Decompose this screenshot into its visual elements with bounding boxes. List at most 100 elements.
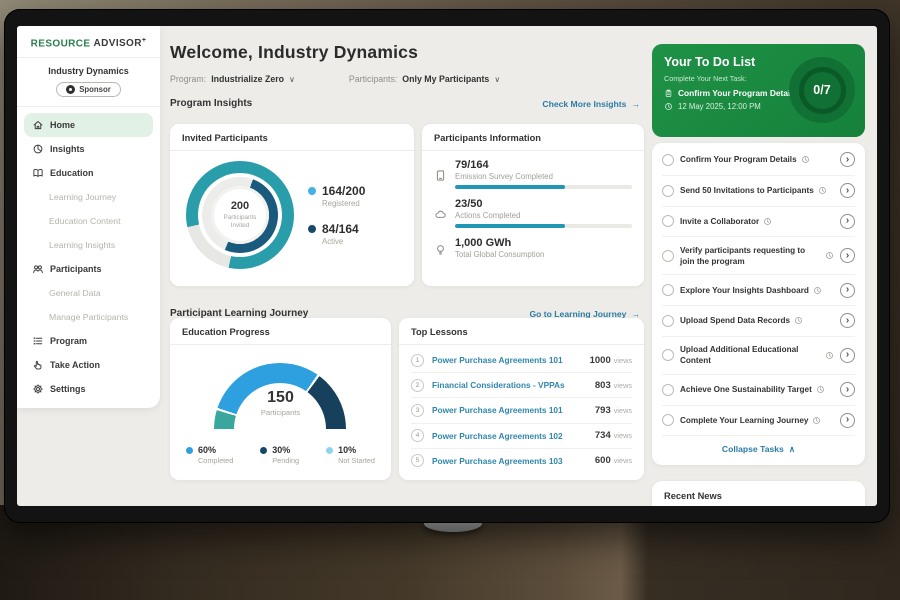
task-chevron-button[interactable]: › [840, 413, 855, 428]
program-filter-value: Industrialize Zero [211, 74, 284, 84]
todo-item[interactable]: Explore Your Insights Dashboard › [662, 274, 855, 305]
todo-item[interactable]: Send 50 Invitations to Participants › [662, 175, 855, 206]
arrow-right-icon: → [631, 99, 640, 109]
arrow-right-icon: → [631, 309, 640, 319]
task-checkbox[interactable] [662, 384, 674, 396]
sidebar-item[interactable]: Learning Insights [24, 233, 153, 257]
lesson-row: 2 Financial Considerations - VPPAs 803vi… [411, 372, 632, 397]
lesson-views-unit: views [614, 381, 632, 390]
clipboard-icon [664, 89, 673, 98]
clock-icon [825, 251, 834, 260]
lesson-views: 600 [595, 455, 611, 466]
monitor-bezel: RESOURCEADVISOR+ Industry Dynamics Spons… [4, 9, 890, 523]
legend-registered: 164/200 Registered [308, 184, 365, 208]
task-checkbox[interactable] [662, 284, 674, 296]
lesson-views: 793 [595, 405, 611, 416]
sidebar-item[interactable]: Insights [24, 137, 153, 161]
org-name: Industry Dynamics [17, 66, 160, 76]
legend-value: 30% [272, 445, 299, 455]
metric-label: Emission Survey Completed [455, 172, 632, 181]
sidebar-item-label: Manage Participants [49, 312, 128, 322]
sidebar-item-label: Learning Journey [49, 192, 116, 202]
todo-item[interactable]: Invite a Collaborator › [662, 206, 855, 237]
todo-progress-value: 0/7 [813, 83, 830, 97]
lesson-link[interactable]: Power Purchase Agreements 103 [432, 456, 587, 466]
task-checkbox[interactable] [662, 315, 674, 327]
clock-icon [813, 286, 822, 295]
program-filter[interactable]: Program: Industrialize Zero ∨ [170, 74, 295, 84]
lessons-list: 1 Power Purchase Agreements 101 1000view… [399, 345, 644, 473]
gauge-legend: 60% Completed 30% Pending [170, 441, 391, 465]
task-checkbox[interactable] [662, 185, 674, 197]
sidebar-item-label: Insights [50, 144, 85, 154]
task-label: Upload Additional Educational Content [680, 344, 821, 366]
progress-fill [455, 185, 565, 189]
sidebar-item[interactable]: General Data [24, 281, 153, 305]
collapse-tasks-link[interactable]: Collapse Tasks ∧ [662, 435, 855, 459]
sidebar-item-label: Settings [50, 384, 86, 394]
sidebar-item-label: Program [50, 336, 87, 346]
clock-icon [825, 351, 834, 360]
todo-item[interactable]: Upload Additional Educational Content › [662, 336, 855, 374]
todo-item[interactable]: Complete Your Learning Journey › [662, 405, 855, 436]
actions-icon [434, 198, 447, 228]
task-chevron-button[interactable]: › [840, 183, 855, 198]
task-checkbox[interactable] [662, 215, 674, 227]
progress-fill [455, 224, 565, 228]
photo-scene: RESOURCEADVISOR+ Industry Dynamics Spons… [0, 0, 900, 600]
chevron-down-icon[interactable]: ∨ [289, 75, 295, 84]
task-label: Achieve One Sustainability Target [680, 384, 812, 395]
settings-icon [32, 383, 44, 395]
sidebar: RESOURCEADVISOR+ Industry Dynamics Spons… [17, 26, 160, 408]
legend-not-started: 10% Not Started [326, 445, 375, 465]
sidebar-item[interactable]: Home [24, 113, 153, 137]
task-checkbox[interactable] [662, 250, 674, 262]
sidebar-item[interactable]: Take Action [24, 353, 153, 377]
sidebar-item[interactable]: Education [24, 161, 153, 185]
lesson-link[interactable]: Financial Considerations - VPPAs [432, 380, 587, 390]
sidebar-item[interactable]: Settings [24, 377, 153, 401]
task-label: Explore Your Insights Dashboard [680, 285, 809, 296]
metric-label: Total Global Consumption [455, 250, 632, 259]
todo-item[interactable]: Achieve One Sustainability Target › [662, 374, 855, 405]
sidebar-nav: Home Insights Education [17, 106, 160, 401]
participants-filter-label: Participants: [349, 74, 397, 84]
sponsor-icon [66, 85, 75, 94]
legend-dot [260, 447, 267, 454]
metric-value: 23/50 [455, 198, 632, 210]
task-chevron-button[interactable]: › [840, 214, 855, 229]
task-checkbox[interactable] [662, 349, 674, 361]
task-chevron-button[interactable]: › [840, 382, 855, 397]
home-icon [32, 119, 44, 131]
participants-filter[interactable]: Participants: Only My Participants ∨ [349, 74, 500, 84]
lesson-rank: 2 [411, 379, 424, 392]
metric-value: 1,000 GWh [455, 237, 632, 249]
lesson-views: 1000 [590, 355, 611, 366]
task-chevron-button[interactable]: › [840, 348, 855, 363]
sidebar-item[interactable]: Program [24, 329, 153, 353]
todo-item[interactable]: Upload Spend Data Records › [662, 305, 855, 336]
sidebar-item[interactable]: Education Content [24, 209, 153, 233]
todo-item[interactable]: Confirm Your Program Details › [662, 145, 855, 175]
sponsor-label: Sponsor [79, 85, 111, 94]
sidebar-item[interactable]: Manage Participants [24, 305, 153, 329]
sidebar-item[interactable]: Learning Journey [24, 185, 153, 209]
task-chevron-button[interactable]: › [840, 152, 855, 167]
sidebar-item-label: Education Content [49, 216, 120, 226]
consumption-icon [434, 237, 447, 259]
task-chevron-button[interactable]: › [840, 283, 855, 298]
task-chevron-button[interactable]: › [840, 313, 855, 328]
lesson-link[interactable]: Power Purchase Agreements 101 [432, 405, 587, 415]
check-more-insights-link[interactable]: Check More Insights → [542, 99, 640, 109]
todo-item[interactable]: Verify participants requesting to join t… [662, 236, 855, 274]
lesson-link[interactable]: Power Purchase Agreements 102 [432, 431, 587, 441]
task-checkbox[interactable] [662, 414, 674, 426]
task-chevron-button[interactable]: › [840, 248, 855, 263]
task-checkbox[interactable] [662, 154, 674, 166]
sidebar-item[interactable]: Participants [24, 257, 153, 281]
chevron-down-icon[interactable]: ∨ [494, 75, 500, 84]
survey-icon [434, 159, 447, 189]
go-to-learning-journey-link[interactable]: Go to Learning Journey → [529, 309, 640, 319]
participants-icon [32, 263, 44, 275]
lesson-link[interactable]: Power Purchase Agreements 101 [432, 355, 582, 365]
